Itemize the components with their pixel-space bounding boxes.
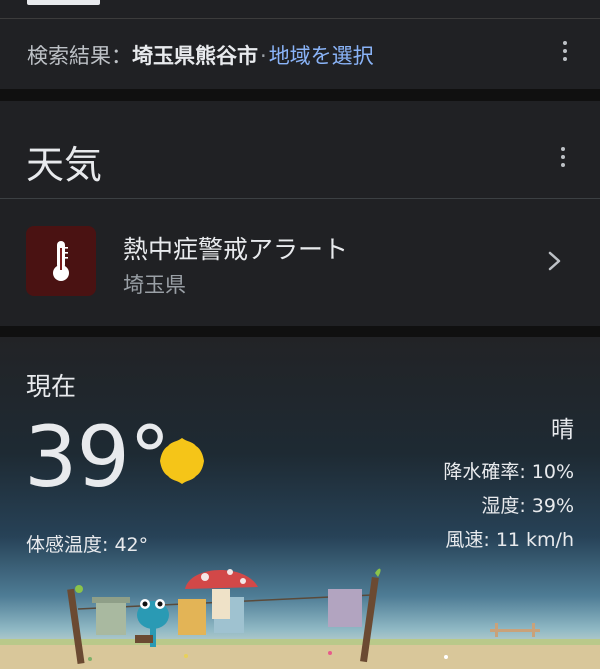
humidity: 湿度: 39%	[481, 495, 574, 517]
search-location-row: 検索結果：埼玉県熊谷市·地域を選択	[0, 19, 600, 89]
search-prefix: 検索結果：	[27, 44, 132, 68]
wind-speed: 風速: 11 km/h	[445, 529, 574, 551]
current-label: 現在	[26, 372, 77, 401]
search-more-icon[interactable]	[561, 41, 569, 61]
feels-like: 体感温度: 42°	[26, 534, 149, 556]
weather-card: 天気 熱中症警戒アラート 埼玉県	[0, 101, 600, 326]
weather-stats: 晴 降水確率: 10% 湿度: 39% 風速: 11 km/h	[443, 413, 574, 557]
top-tab-bar	[0, 0, 600, 19]
active-tab-indicator	[27, 0, 100, 5]
search-separator: ·	[260, 44, 267, 68]
search-place: 埼玉県熊谷市	[132, 44, 258, 68]
thermometer-icon	[26, 226, 96, 296]
heatstroke-alert-row[interactable]: 熱中症警戒アラート 埼玉県	[0, 199, 600, 317]
alert-region: 埼玉県	[123, 273, 186, 297]
chevron-right-icon	[548, 251, 561, 271]
weather-more-icon[interactable]	[559, 147, 567, 167]
alert-title: 熱中症警戒アラート	[123, 235, 349, 264]
weather-illustration	[0, 568, 600, 669]
current-weather-panel: 現在 39° 体感温度: 42° 晴 降水確率: 10% 湿度: 39% 風速:…	[0, 337, 600, 669]
weather-card-title: 天気	[26, 143, 103, 187]
sun-icon	[160, 438, 204, 484]
choose-region-link[interactable]: 地域を選択	[269, 44, 374, 68]
current-temperature: 39°	[24, 408, 171, 506]
precipitation: 降水確率: 10%	[443, 461, 574, 483]
search-location-text: 検索結果：埼玉県熊谷市·地域を選択	[27, 40, 374, 70]
condition-text: 晴	[551, 417, 574, 443]
